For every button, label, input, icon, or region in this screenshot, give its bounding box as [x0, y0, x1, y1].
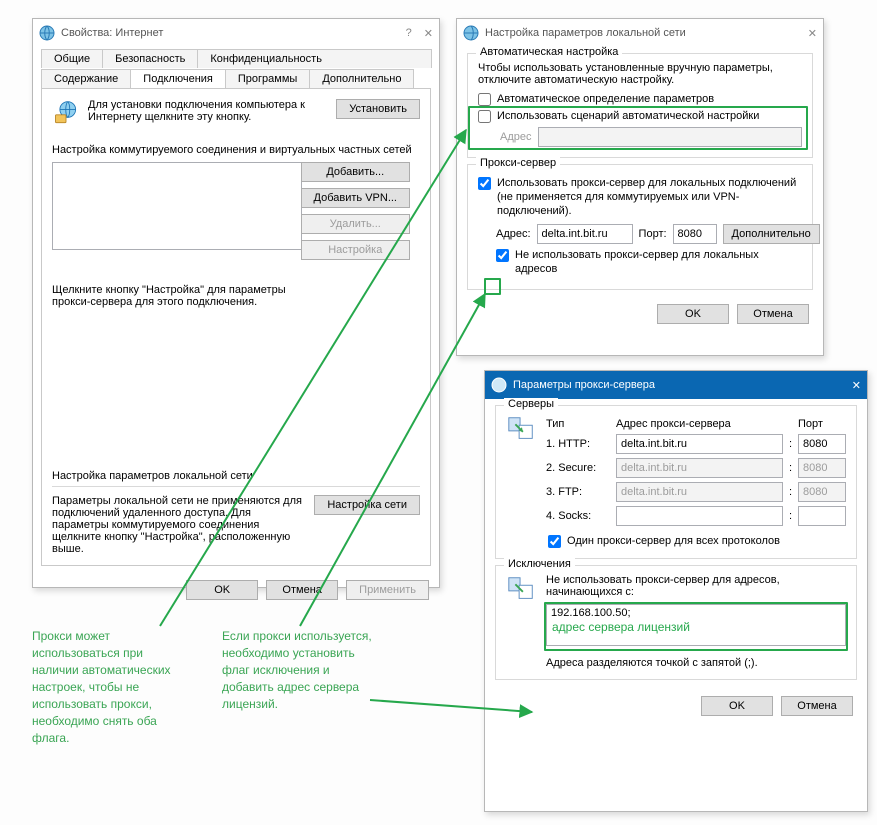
annotation-left: Прокси может использоваться при наличии …: [32, 628, 192, 747]
auto-config-group: Автоматическая настройка Чтобы использов…: [467, 53, 813, 158]
group-title: Автоматическая настройка: [476, 46, 622, 58]
titlebar: Настройка параметров локальной сети ✕: [457, 19, 823, 47]
remove-button[interactable]: Удалить...: [301, 214, 410, 234]
close-button[interactable]: ✕: [852, 379, 861, 392]
globe-icon: [39, 25, 55, 41]
dialup-section-label: Настройка коммутируемого соединения и ви…: [52, 144, 420, 156]
install-text: Для установки подключения компьютера к И…: [88, 99, 328, 123]
server-address-input[interactable]: [616, 434, 783, 454]
group-title: Прокси-сервер: [476, 157, 560, 169]
server-row: 3. FTP::: [546, 482, 846, 502]
proxy-port-input[interactable]: [673, 224, 717, 244]
install-icon: [52, 99, 80, 130]
window-title: Свойства: Интернет: [61, 27, 406, 39]
globe-icon: [463, 25, 479, 41]
col-port: Порт: [798, 418, 846, 430]
add-button[interactable]: Добавить...: [301, 162, 410, 182]
exceptions-group: Исключения Не использовать прокси-сервер…: [495, 565, 857, 680]
dial-settings-button[interactable]: Настройка: [301, 240, 410, 260]
server-port-input[interactable]: [798, 434, 846, 454]
globe-icon: [491, 377, 507, 393]
advanced-button[interactable]: Дополнительно: [723, 224, 820, 244]
tab-programs[interactable]: Программы: [225, 69, 310, 88]
group-title: Серверы: [504, 398, 558, 410]
exceptions-icon: [506, 574, 536, 669]
use-proxy-checkbox[interactable]: Использовать прокси-сервер для локальных…: [478, 176, 802, 218]
tab-content[interactable]: Содержание: [41, 69, 131, 88]
lan-text: Параметры локальной сети не применяются …: [52, 495, 304, 555]
lan-settings-dialog: Настройка параметров локальной сети ✕ Ав…: [456, 18, 824, 356]
annotation-middle: Если прокси используется, необходимо уст…: [222, 628, 382, 713]
exceptions-hint: адрес сервера лицензий: [552, 620, 690, 634]
cancel-button[interactable]: Отмена: [781, 696, 853, 716]
apply-button[interactable]: Применить: [346, 580, 429, 600]
add-vpn-button[interactable]: Добавить VPN...: [301, 188, 410, 208]
server-address-input[interactable]: [616, 482, 783, 502]
install-button[interactable]: Установить: [336, 99, 420, 119]
tab-privacy[interactable]: Конфиденциальность: [197, 49, 432, 68]
use-script-label: Использовать сценарий автоматической нас…: [497, 109, 759, 123]
lan-section-label: Настройка параметров локальной сети: [52, 470, 420, 482]
close-button[interactable]: ✕: [808, 27, 817, 40]
server-address-input[interactable]: [616, 506, 783, 526]
close-button[interactable]: ✕: [424, 27, 433, 40]
auto-detect-label: Автоматическое определение параметров: [497, 92, 714, 106]
server-address-input[interactable]: [616, 458, 783, 478]
tab-advanced[interactable]: Дополнительно: [309, 69, 414, 88]
tab-connections[interactable]: Подключения: [130, 69, 226, 88]
proxy-address-input[interactable]: [537, 224, 633, 244]
auto-info-text: Чтобы использовать установленные вручную…: [478, 62, 802, 86]
proxy-address-label: Адрес:: [496, 228, 531, 240]
ok-button[interactable]: OK: [186, 580, 258, 600]
titlebar: Параметры прокси-сервера ✕: [485, 371, 867, 399]
group-title: Исключения: [504, 558, 575, 570]
server-port-input[interactable]: [798, 482, 846, 502]
server-port-input[interactable]: [798, 458, 846, 478]
lan-settings-button[interactable]: Настройка сети: [314, 495, 420, 515]
bypass-local-checkbox[interactable]: Не использовать прокси-сервер для локаль…: [496, 248, 802, 276]
col-type: Тип: [546, 418, 610, 430]
server-row: 4. Socks::: [546, 506, 846, 526]
proxy-port-label: Порт:: [639, 228, 667, 240]
separator-hint: Адреса разделяются точкой с запятой (;).: [546, 657, 846, 669]
help-button[interactable]: ?: [406, 27, 412, 40]
use-script-checkbox[interactable]: Использовать сценарий автоматической нас…: [478, 109, 802, 123]
exceptions-text: Не использовать прокси-сервер для адресо…: [546, 574, 846, 598]
server-type-label: 3. FTP:: [546, 486, 610, 498]
cancel-button[interactable]: Отмена: [266, 580, 338, 600]
servers-icon: [506, 414, 536, 548]
ok-button[interactable]: OK: [701, 696, 773, 716]
bypass-local-label: Не использовать прокси-сервер для локаль…: [515, 248, 802, 276]
proxy-settings-dialog: Параметры прокси-сервера ✕ Серверы Тип А…: [484, 370, 868, 812]
window-title: Параметры прокси-сервера: [513, 379, 852, 391]
proxy-group: Прокси-сервер Использовать прокси-сервер…: [467, 164, 813, 290]
server-type-label: 4. Socks:: [546, 510, 610, 522]
cancel-button[interactable]: Отмена: [737, 304, 809, 324]
script-address-input[interactable]: [538, 127, 803, 147]
tab-security[interactable]: Безопасность: [102, 49, 198, 68]
window-title: Настройка параметров локальной сети: [485, 27, 808, 39]
connections-pane: Для установки подключения компьютера к И…: [41, 88, 431, 566]
tab-general[interactable]: Общие: [41, 49, 103, 68]
auto-detect-checkbox[interactable]: Автоматическое определение параметров: [478, 92, 802, 106]
internet-properties-dialog: Свойства: Интернет ? ✕ Общие Безопасност…: [32, 18, 440, 588]
script-address-label: Адрес: [500, 131, 532, 143]
titlebar: Свойства: Интернет ? ✕: [33, 19, 439, 47]
same-proxy-checkbox[interactable]: Один прокси-сервер для всех протоколов: [548, 534, 846, 548]
proxy-hint: Щелкните кнопку "Настройка" для параметр…: [52, 284, 302, 308]
connections-listbox[interactable]: [52, 162, 302, 250]
same-proxy-label: Один прокси-сервер для всех протоколов: [567, 534, 780, 548]
col-address: Адрес прокси-сервера: [616, 418, 776, 430]
server-port-input[interactable]: [798, 506, 846, 526]
server-row: 1. HTTP::: [546, 434, 846, 454]
server-type-label: 2. Secure:: [546, 462, 610, 474]
servers-group: Серверы Тип Адрес прокси-сервера Порт 1.…: [495, 405, 857, 559]
ok-button[interactable]: OK: [657, 304, 729, 324]
server-type-label: 1. HTTP:: [546, 438, 610, 450]
server-row: 2. Secure::: [546, 458, 846, 478]
use-proxy-label: Использовать прокси-сервер для локальных…: [497, 176, 802, 218]
